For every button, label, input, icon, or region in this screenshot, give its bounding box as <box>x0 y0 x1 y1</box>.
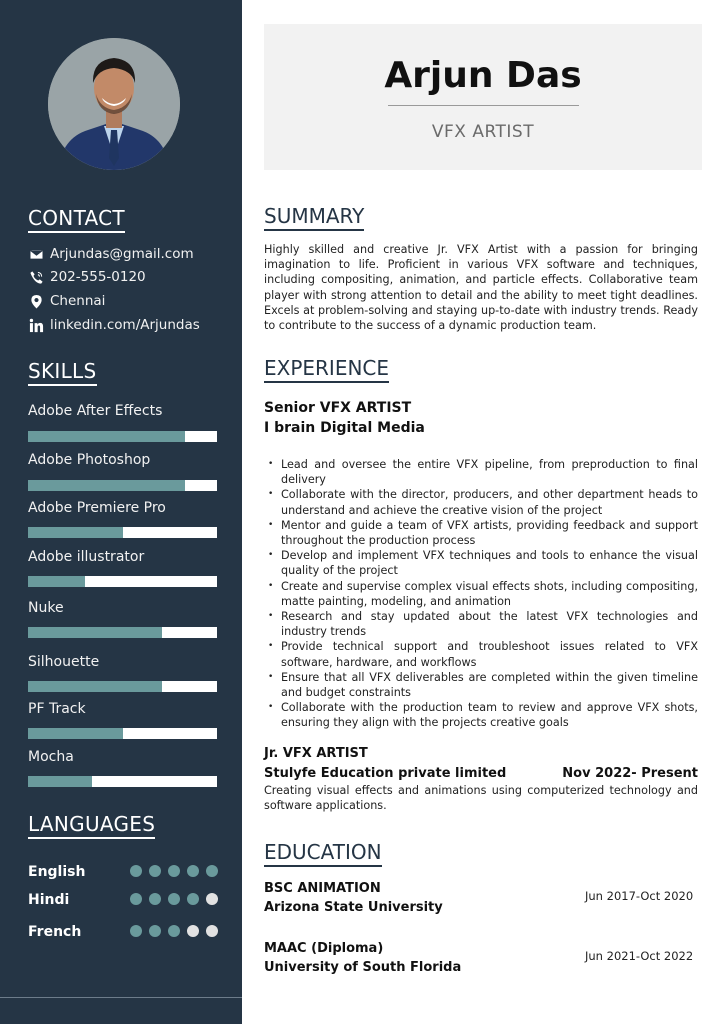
education-entry: BSC ANIMATION Arizona State University J… <box>264 879 698 917</box>
job-responsibilities: Lead and oversee the entire VFX pipeline… <box>268 457 698 731</box>
summary-heading: SUMMARY <box>264 204 365 231</box>
linkedin-icon <box>28 317 44 333</box>
name-divider <box>388 105 579 106</box>
rating-dot-empty <box>206 925 218 937</box>
language-rating <box>130 893 218 905</box>
phone-icon <box>28 269 44 285</box>
job-company: I brain Digital Media <box>264 420 425 436</box>
contact-email[interactable]: Arjundas@gmail.com <box>28 244 194 264</box>
skill-bar <box>28 480 217 491</box>
education-entry: MAAC (Diploma) University of South Flori… <box>264 939 698 977</box>
skill-bar <box>28 431 217 442</box>
phone-text: 202-555-0120 <box>50 269 146 285</box>
job-title-row: Jr. VFX ARTIST <box>264 745 698 763</box>
skill-bar-fill <box>28 681 163 692</box>
skill-label: Adobe After Effects <box>28 403 163 419</box>
list-item: Mentor and guide a team of VFX artists, … <box>268 518 698 548</box>
candidate-name: Arjun Das <box>384 55 582 96</box>
rating-dot-filled <box>130 893 142 905</box>
rating-dot-empty <box>187 925 199 937</box>
candidate-role: VFX ARTIST <box>431 122 535 142</box>
list-item: Provide technical support and troublesho… <box>268 639 698 669</box>
language-label: English <box>28 864 86 880</box>
experience-heading: EXPERIENCE <box>264 356 390 383</box>
skill-bar-fill <box>28 431 185 442</box>
job-title: Senior VFX ARTIST <box>264 400 412 416</box>
rating-dot-filled <box>149 865 161 877</box>
rating-dot-filled <box>187 865 199 877</box>
language-rating <box>130 925 218 937</box>
job-dates: Nov 2022- Present <box>562 766 698 781</box>
linkedin-text: linkedin.com/Arjundas <box>50 317 200 333</box>
skill-label: Adobe illustrator <box>28 549 145 565</box>
language-rating <box>130 865 218 877</box>
contact-heading: CONTACT <box>28 206 125 233</box>
skill-bar <box>28 576 217 587</box>
rating-dot-filled <box>187 893 199 905</box>
job-company: Stulyfe Education private limited <box>264 766 507 781</box>
rating-dot-filled <box>130 925 142 937</box>
education-dates: Jun 2021-Oct 2022 <box>585 949 694 963</box>
skill-bar <box>28 728 217 739</box>
language-label: French <box>28 924 82 940</box>
list-item: Create and supervise complex visual effe… <box>268 579 698 609</box>
email-text: Arjundas@gmail.com <box>50 246 194 262</box>
sidebar: CONTACT Arjundas@gmail.com 202-555-0120 … <box>0 0 242 1024</box>
rating-dot-filled <box>130 865 142 877</box>
rating-dot-filled <box>168 865 180 877</box>
portrait-image <box>48 38 180 170</box>
education-heading: EDUCATION <box>264 840 382 867</box>
education-dates: Jun 2017-Oct 2020 <box>585 889 694 903</box>
languages-heading: LANGUAGES <box>28 812 156 839</box>
job-description: Creating visual effects and animations u… <box>264 784 698 813</box>
list-item: Ensure that all VFX deliverables are com… <box>268 670 698 700</box>
skill-bar-fill <box>28 728 123 739</box>
skill-label: Nuke <box>28 600 64 616</box>
job-title: Jr. VFX ARTIST <box>264 746 368 761</box>
skill-label: Adobe Premiere Pro <box>28 500 166 516</box>
list-item: Research and stay updated about the late… <box>268 609 698 639</box>
rating-dot-filled <box>168 893 180 905</box>
list-item: Collaborate with the production team to … <box>268 700 698 730</box>
skill-bar-fill <box>28 480 185 491</box>
skill-label: Mocha <box>28 749 74 765</box>
list-item: Collaborate with the director, producers… <box>268 487 698 517</box>
rating-dot-filled <box>149 925 161 937</box>
name-header: Arjun Das VFX ARTIST <box>264 24 702 170</box>
rating-dot-filled <box>168 925 180 937</box>
rating-dot-filled <box>206 865 218 877</box>
location-pin-icon <box>28 293 44 309</box>
rating-dot-empty <box>206 893 218 905</box>
skill-bar-fill <box>28 627 163 638</box>
skill-label: PF Track <box>28 701 86 717</box>
skill-bar <box>28 627 217 638</box>
contact-phone[interactable]: 202-555-0120 <box>28 267 146 287</box>
skill-bar-fill <box>28 576 85 587</box>
envelope-icon <box>28 246 44 262</box>
list-item: Develop and implement VFX techniques and… <box>268 548 698 578</box>
contact-location: Chennai <box>28 291 105 311</box>
contact-linkedin[interactable]: linkedin.com/Arjundas <box>28 315 200 335</box>
skill-label: Silhouette <box>28 654 100 670</box>
skills-heading: SKILLS <box>28 359 97 386</box>
skill-bar-fill <box>28 527 123 538</box>
summary-text: Highly skilled and creative Jr. VFX Arti… <box>264 243 698 333</box>
list-item: Lead and oversee the entire VFX pipeline… <box>268 457 698 487</box>
language-label: Hindi <box>28 892 70 908</box>
skill-bar <box>28 776 217 787</box>
skill-label: Adobe Photoshop <box>28 452 151 468</box>
rating-dot-filled <box>149 893 161 905</box>
sidebar-divider <box>0 997 242 998</box>
profile-photo <box>48 38 180 170</box>
location-text: Chennai <box>50 293 106 309</box>
skill-bar-fill <box>28 776 93 787</box>
skill-bar <box>28 527 217 538</box>
job-company-row: Stulyfe Education private limited Nov 20… <box>264 765 698 783</box>
skill-bar <box>28 681 217 692</box>
